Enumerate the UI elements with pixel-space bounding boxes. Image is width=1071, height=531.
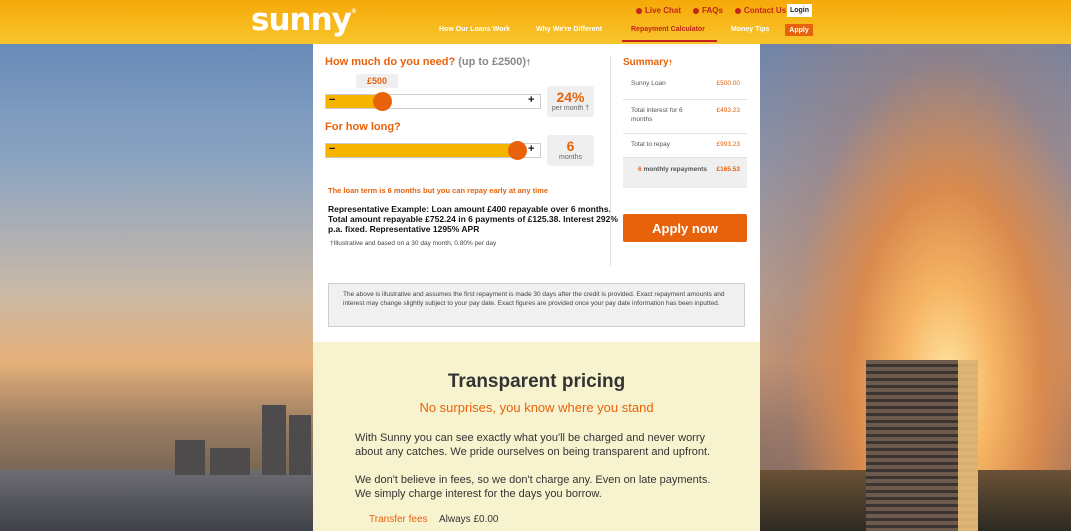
skyline-building (175, 440, 205, 475)
amount-slider[interactable] (325, 92, 541, 111)
term-value: 6 (566, 138, 575, 154)
summary-divider (610, 56, 611, 266)
pricing-subtitle: No surprises, you know where you stand (419, 400, 654, 415)
chat-dot-icon (636, 7, 642, 14)
summary-value: £493.23 (716, 107, 741, 114)
summary-row-interest: Total interest for 6 months £493.23 (623, 100, 747, 134)
term-slider-handle[interactable] (508, 141, 527, 160)
active-nav-underline (622, 40, 717, 42)
summary-label: Total interest for 6 months (631, 107, 683, 123)
illustrative-note: †Illustrative and based on a 30 day mont… (330, 240, 497, 247)
term-slider[interactable] (325, 141, 541, 160)
term-decrease-button[interactable]: − (329, 143, 335, 155)
interest-rate-label: per month † (551, 105, 590, 112)
summary-row-loan: Sunny Loan £500.00 (623, 74, 747, 100)
tower-sunlit-side (958, 360, 978, 531)
top-links: Live Chat FAQs Contact Us (636, 6, 798, 15)
amount-question: How much do you need? (up to £2500)† (325, 56, 531, 68)
contact-us-link[interactable]: Contact Us (734, 6, 786, 15)
amount-slider-handle[interactable] (372, 92, 392, 111)
amount-increase-button[interactable]: + (528, 94, 534, 106)
river (0, 470, 313, 531)
term-unit: months (559, 154, 582, 161)
disclaimer-box: The above is illustrative and assumes th… (328, 283, 745, 327)
monthly-label: monthly repayments (643, 166, 708, 173)
monthly-value: £165.53 (716, 166, 741, 173)
monthly-count: 6 (638, 166, 642, 173)
nav-how-our-loans-work[interactable]: How Our Loans Work (439, 26, 510, 33)
term-question: For how long? (325, 121, 401, 133)
faqs-link[interactable]: FAQs (693, 6, 723, 15)
login-button[interactable]: Login (787, 4, 812, 17)
live-chat-link[interactable]: Live Chat (636, 6, 681, 15)
summary-value: £500.00 (716, 80, 741, 87)
summary-label: Sunny Loan (631, 80, 666, 87)
summary-title: Summary† (623, 57, 673, 68)
skyline-building (262, 405, 286, 475)
pricing-title: Transparent pricing (447, 371, 626, 392)
nav-repayment-calculator[interactable]: Repayment Calculator (631, 26, 705, 33)
summary-value: £993.23 (716, 141, 741, 148)
summary-row-total: Total to repay £993.23 (623, 134, 747, 158)
nav-money-tips[interactable]: Money Tips (731, 26, 769, 33)
site-header (0, 0, 1071, 44)
summary-row-monthly: 6 monthly repayments £165.53 (623, 158, 747, 188)
pricing-paragraph-1: With Sunny you can see exactly what you'… (355, 432, 711, 458)
transfer-fees-label: Transfer fees (369, 514, 428, 525)
sunny-logo[interactable]: sunny® (251, 2, 357, 38)
term-note: The loan term is 6 months but you can re… (328, 186, 549, 195)
skyline-building (289, 415, 311, 475)
term-increase-button[interactable]: + (528, 143, 534, 155)
amount-value-label: £500 (356, 74, 398, 88)
header-apply-button[interactable]: Apply (785, 24, 813, 36)
faqs-dot-icon (693, 7, 700, 14)
nav-why-were-different[interactable]: Why We're Different (536, 26, 602, 33)
summary-label: Total to repay (631, 141, 671, 148)
interest-rate-value: 24% (556, 89, 585, 105)
skyline-building (210, 448, 250, 475)
apply-now-button[interactable]: Apply now (623, 214, 747, 242)
contact-dot-icon (734, 7, 741, 14)
representative-example: Representative Example: Loan amount £400… (328, 204, 618, 234)
term-box: 6 months (547, 135, 594, 166)
pricing-paragraph-2: We don't believe in fees, so we don't ch… (355, 474, 711, 500)
transfer-fees-value: Always £0.00 (439, 514, 499, 525)
term-slider-fill (326, 144, 518, 157)
amount-decrease-button[interactable]: − (329, 94, 335, 106)
interest-rate-box: 24% per month † (547, 86, 594, 117)
